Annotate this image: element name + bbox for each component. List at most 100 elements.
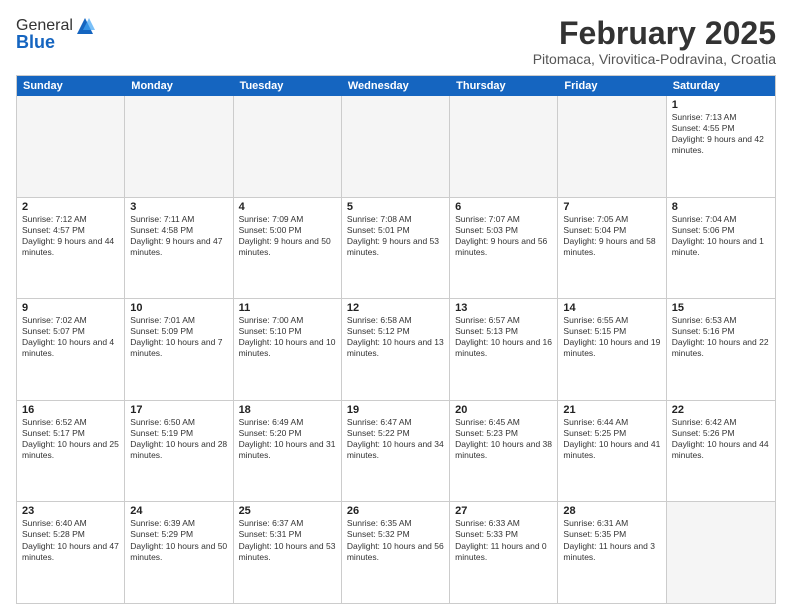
day-info: Sunrise: 7:07 AM Sunset: 5:03 PM Dayligh…	[455, 214, 552, 258]
calendar-cell: 24Sunrise: 6:39 AM Sunset: 5:29 PM Dayli…	[125, 502, 233, 603]
day-number: 2	[22, 201, 119, 213]
day-number: 13	[455, 302, 552, 314]
calendar-cell: 3Sunrise: 7:11 AM Sunset: 4:58 PM Daylig…	[125, 198, 233, 299]
day-number: 23	[22, 505, 119, 517]
day-number: 25	[239, 505, 336, 517]
day-number: 28	[563, 505, 660, 517]
day-info: Sunrise: 7:08 AM Sunset: 5:01 PM Dayligh…	[347, 214, 444, 258]
day-info: Sunrise: 7:04 AM Sunset: 5:06 PM Dayligh…	[672, 214, 770, 258]
day-info: Sunrise: 6:39 AM Sunset: 5:29 PM Dayligh…	[130, 518, 227, 562]
day-info: Sunrise: 6:31 AM Sunset: 5:35 PM Dayligh…	[563, 518, 660, 562]
day-number: 18	[239, 404, 336, 416]
day-number: 1	[672, 99, 770, 111]
day-number: 21	[563, 404, 660, 416]
header: General Blue February 2025 Pitomaca, Vir…	[16, 16, 776, 67]
calendar-row: 1Sunrise: 7:13 AM Sunset: 4:55 PM Daylig…	[17, 96, 775, 198]
weekday-header: Saturday	[667, 76, 775, 96]
day-number: 20	[455, 404, 552, 416]
day-info: Sunrise: 6:53 AM Sunset: 5:16 PM Dayligh…	[672, 315, 770, 359]
day-info: Sunrise: 6:47 AM Sunset: 5:22 PM Dayligh…	[347, 417, 444, 461]
day-info: Sunrise: 6:37 AM Sunset: 5:31 PM Dayligh…	[239, 518, 336, 562]
day-info: Sunrise: 7:00 AM Sunset: 5:10 PM Dayligh…	[239, 315, 336, 359]
day-number: 9	[22, 302, 119, 314]
day-info: Sunrise: 6:52 AM Sunset: 5:17 PM Dayligh…	[22, 417, 119, 461]
day-info: Sunrise: 7:13 AM Sunset: 4:55 PM Dayligh…	[672, 112, 770, 156]
day-info: Sunrise: 6:57 AM Sunset: 5:13 PM Dayligh…	[455, 315, 552, 359]
calendar-cell: 11Sunrise: 7:00 AM Sunset: 5:10 PM Dayli…	[234, 299, 342, 400]
calendar-cell: 6Sunrise: 7:07 AM Sunset: 5:03 PM Daylig…	[450, 198, 558, 299]
day-number: 19	[347, 404, 444, 416]
calendar-cell: 1Sunrise: 7:13 AM Sunset: 4:55 PM Daylig…	[667, 96, 775, 197]
day-number: 17	[130, 404, 227, 416]
calendar-cell: 14Sunrise: 6:55 AM Sunset: 5:15 PM Dayli…	[558, 299, 666, 400]
day-info: Sunrise: 7:02 AM Sunset: 5:07 PM Dayligh…	[22, 315, 119, 359]
day-info: Sunrise: 6:49 AM Sunset: 5:20 PM Dayligh…	[239, 417, 336, 461]
calendar-body: 1Sunrise: 7:13 AM Sunset: 4:55 PM Daylig…	[17, 96, 775, 603]
calendar-cell	[17, 96, 125, 197]
calendar-cell: 9Sunrise: 7:02 AM Sunset: 5:07 PM Daylig…	[17, 299, 125, 400]
calendar-cell: 7Sunrise: 7:05 AM Sunset: 5:04 PM Daylig…	[558, 198, 666, 299]
day-number: 16	[22, 404, 119, 416]
title-block: February 2025 Pitomaca, Virovitica-Podra…	[533, 16, 776, 67]
calendar-cell: 5Sunrise: 7:08 AM Sunset: 5:01 PM Daylig…	[342, 198, 450, 299]
calendar-cell: 27Sunrise: 6:33 AM Sunset: 5:33 PM Dayli…	[450, 502, 558, 603]
calendar-cell: 18Sunrise: 6:49 AM Sunset: 5:20 PM Dayli…	[234, 401, 342, 502]
calendar-row: 9Sunrise: 7:02 AM Sunset: 5:07 PM Daylig…	[17, 299, 775, 401]
day-info: Sunrise: 7:05 AM Sunset: 5:04 PM Dayligh…	[563, 214, 660, 258]
calendar-cell	[667, 502, 775, 603]
day-info: Sunrise: 6:35 AM Sunset: 5:32 PM Dayligh…	[347, 518, 444, 562]
month-year: February 2025	[533, 16, 776, 51]
day-number: 6	[455, 201, 552, 213]
weekday-header: Tuesday	[234, 76, 342, 96]
day-number: 24	[130, 505, 227, 517]
calendar-cell	[234, 96, 342, 197]
logo: General Blue	[16, 16, 95, 53]
calendar-cell	[342, 96, 450, 197]
day-info: Sunrise: 6:45 AM Sunset: 5:23 PM Dayligh…	[455, 417, 552, 461]
location: Pitomaca, Virovitica-Podravina, Croatia	[533, 51, 776, 67]
calendar-cell: 28Sunrise: 6:31 AM Sunset: 5:35 PM Dayli…	[558, 502, 666, 603]
day-info: Sunrise: 6:33 AM Sunset: 5:33 PM Dayligh…	[455, 518, 552, 562]
calendar-cell: 20Sunrise: 6:45 AM Sunset: 5:23 PM Dayli…	[450, 401, 558, 502]
calendar-row: 16Sunrise: 6:52 AM Sunset: 5:17 PM Dayli…	[17, 401, 775, 503]
calendar-cell: 21Sunrise: 6:44 AM Sunset: 5:25 PM Dayli…	[558, 401, 666, 502]
weekday-header: Friday	[558, 76, 666, 96]
calendar-cell: 25Sunrise: 6:37 AM Sunset: 5:31 PM Dayli…	[234, 502, 342, 603]
calendar-cell: 16Sunrise: 6:52 AM Sunset: 5:17 PM Dayli…	[17, 401, 125, 502]
calendar-cell: 8Sunrise: 7:04 AM Sunset: 5:06 PM Daylig…	[667, 198, 775, 299]
logo-icon	[75, 16, 95, 36]
weekday-header: Sunday	[17, 76, 125, 96]
calendar-cell: 15Sunrise: 6:53 AM Sunset: 5:16 PM Dayli…	[667, 299, 775, 400]
calendar-cell: 2Sunrise: 7:12 AM Sunset: 4:57 PM Daylig…	[17, 198, 125, 299]
day-number: 22	[672, 404, 770, 416]
weekday-header: Thursday	[450, 76, 558, 96]
day-info: Sunrise: 6:58 AM Sunset: 5:12 PM Dayligh…	[347, 315, 444, 359]
calendar-cell	[558, 96, 666, 197]
day-number: 15	[672, 302, 770, 314]
calendar-cell: 12Sunrise: 6:58 AM Sunset: 5:12 PM Dayli…	[342, 299, 450, 400]
calendar-row: 2Sunrise: 7:12 AM Sunset: 4:57 PM Daylig…	[17, 198, 775, 300]
calendar: SundayMondayTuesdayWednesdayThursdayFrid…	[16, 75, 776, 604]
day-number: 27	[455, 505, 552, 517]
calendar-cell	[125, 96, 233, 197]
day-number: 10	[130, 302, 227, 314]
calendar-row: 23Sunrise: 6:40 AM Sunset: 5:28 PM Dayli…	[17, 502, 775, 603]
day-number: 7	[563, 201, 660, 213]
calendar-cell: 26Sunrise: 6:35 AM Sunset: 5:32 PM Dayli…	[342, 502, 450, 603]
calendar-cell: 13Sunrise: 6:57 AM Sunset: 5:13 PM Dayli…	[450, 299, 558, 400]
weekday-header: Monday	[125, 76, 233, 96]
calendar-cell: 17Sunrise: 6:50 AM Sunset: 5:19 PM Dayli…	[125, 401, 233, 502]
day-info: Sunrise: 7:01 AM Sunset: 5:09 PM Dayligh…	[130, 315, 227, 359]
weekday-header: Wednesday	[342, 76, 450, 96]
day-number: 8	[672, 201, 770, 213]
day-number: 5	[347, 201, 444, 213]
calendar-cell: 4Sunrise: 7:09 AM Sunset: 5:00 PM Daylig…	[234, 198, 342, 299]
calendar-cell: 10Sunrise: 7:01 AM Sunset: 5:09 PM Dayli…	[125, 299, 233, 400]
day-info: Sunrise: 6:44 AM Sunset: 5:25 PM Dayligh…	[563, 417, 660, 461]
day-number: 14	[563, 302, 660, 314]
day-number: 26	[347, 505, 444, 517]
calendar-cell: 19Sunrise: 6:47 AM Sunset: 5:22 PM Dayli…	[342, 401, 450, 502]
day-number: 12	[347, 302, 444, 314]
day-info: Sunrise: 6:40 AM Sunset: 5:28 PM Dayligh…	[22, 518, 119, 562]
day-number: 4	[239, 201, 336, 213]
